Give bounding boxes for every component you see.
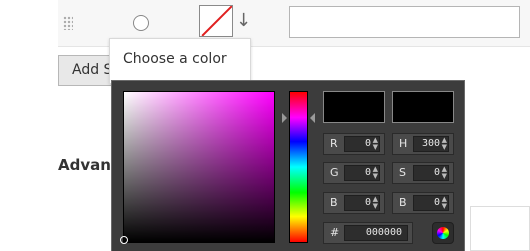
hue-slider[interactable]	[289, 91, 308, 243]
blue-value: 0	[364, 197, 371, 208]
red-value: 0	[364, 138, 371, 149]
brightness-field: B 0 ▲ ▼	[392, 192, 454, 214]
blue-field: B 0 ▲ ▼	[323, 192, 385, 214]
hex-label: #	[330, 226, 340, 239]
hex-field: # 000000	[323, 222, 413, 244]
tooltip: Choose a color	[109, 38, 251, 84]
color-swatch-button[interactable]	[199, 5, 233, 37]
option-label-input[interactable]	[289, 6, 520, 38]
green-input[interactable]: 0 ▲ ▼	[344, 165, 380, 181]
brightness-input[interactable]: 0 ▲ ▼	[413, 195, 449, 211]
green-label: G	[330, 166, 339, 179]
no-color-swatch-icon	[201, 6, 232, 36]
brightness-value: 0	[433, 197, 440, 208]
stepper-icon[interactable]: ▲ ▼	[442, 166, 447, 180]
blue-input[interactable]: 0 ▲ ▼	[344, 195, 380, 211]
current-color-preview[interactable]	[392, 91, 454, 123]
drag-handle-icon[interactable]	[63, 16, 73, 30]
hue-left-arrow-icon	[282, 113, 287, 123]
hue-label: H	[399, 137, 408, 150]
saturation-brightness-field[interactable]	[120, 91, 275, 244]
color-wheel-button[interactable]	[432, 222, 454, 244]
green-field: G 0 ▲ ▼	[323, 162, 385, 184]
hue-value: 300	[421, 138, 440, 149]
hue-field: H 300 ▲ ▼	[392, 133, 454, 155]
green-value: 0	[364, 167, 371, 178]
advanced-section-heading: Advan	[58, 156, 111, 174]
stepper-icon[interactable]: ▲ ▼	[373, 196, 378, 210]
saturation-label: S	[399, 166, 406, 179]
red-input[interactable]: 0 ▲ ▼	[344, 136, 380, 152]
tooltip-label: Choose a color	[123, 51, 227, 67]
arrow-down-icon[interactable]: ↓	[236, 8, 251, 34]
hex-value: 000000	[365, 227, 402, 238]
new-color-preview	[323, 91, 385, 123]
hue-right-arrow-icon	[310, 113, 315, 123]
hex-input[interactable]: 000000	[344, 225, 408, 241]
blue-label: B	[330, 196, 338, 209]
color-wheel-icon	[437, 227, 449, 239]
saturation-input[interactable]: 0 ▲ ▼	[413, 165, 449, 181]
brightness-label: B	[399, 196, 407, 209]
color-picker-panel: R 0 ▲ ▼ H 300 ▲ ▼ G 0 ▲ ▼ S 0 ▲ ▼ B 0 ▲ ▼ B 0 ▲ ▼ # …	[111, 80, 465, 251]
stepper-icon[interactable]: ▲ ▼	[373, 166, 378, 180]
hue-input[interactable]: 300 ▲ ▼	[413, 136, 449, 152]
stepper-icon[interactable]: ▲ ▼	[442, 196, 447, 210]
red-label: R	[330, 137, 338, 150]
color-selector-marker[interactable]	[120, 236, 128, 244]
stepper-icon[interactable]: ▲ ▼	[373, 137, 378, 151]
default-option-radio[interactable]	[133, 15, 149, 31]
stepper-icon[interactable]: ▲ ▼	[442, 137, 447, 151]
saturation-field: S 0 ▲ ▼	[392, 162, 454, 184]
saturation-value: 0	[433, 167, 440, 178]
underlying-panel	[470, 206, 530, 251]
red-field: R 0 ▲ ▼	[323, 133, 385, 155]
